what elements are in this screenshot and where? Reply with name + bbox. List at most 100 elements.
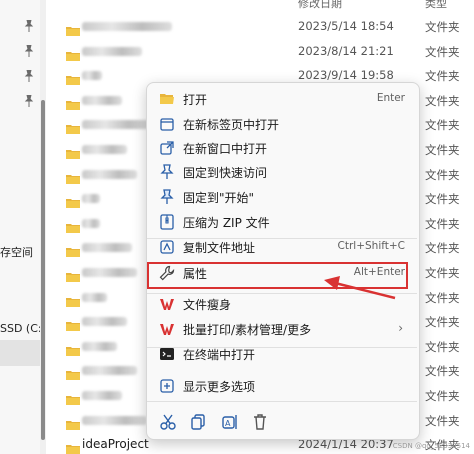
file-modified-date: 2023/5/14 18:54 — [298, 19, 394, 33]
chevron-right-icon: › — [398, 321, 403, 335]
file-modified-date: 2023/9/14 19:58 — [298, 68, 394, 83]
folder-icon — [66, 439, 80, 454]
redacted-file-name — [82, 268, 137, 277]
file-type: 文件夹 — [425, 143, 460, 157]
menu-item-label: 文件瘦身 — [183, 298, 232, 312]
menu-item[interactable]: 在新窗口中打开 — [151, 136, 413, 160]
menu-item-label: 固定到快速访问 — [183, 166, 268, 180]
redacted-file-name — [82, 194, 100, 204]
folder-icon — [66, 169, 80, 184]
pin-icon[interactable] — [24, 20, 34, 32]
folder-icon — [66, 365, 80, 381]
folder-icon — [66, 242, 80, 258]
folder-icon — [66, 144, 80, 159]
redacted-file-name — [82, 341, 117, 351]
folder-icon — [66, 46, 80, 61]
menu-item[interactable]: 压缩为 ZIP 文件 — [151, 210, 413, 234]
more-options-icon — [159, 378, 175, 394]
menu-item-shortcut: Ctrl+Shift+C — [337, 240, 405, 252]
context-menu: 打开 Enter 在新标签页中打开 在新窗口中打开 固定到快速访问 固定到"开始" 压缩为 … — [146, 82, 420, 440]
menu-item-label: 在新标签页中打开 — [183, 118, 280, 132]
redacted-file-name — [82, 292, 107, 302]
redacted-file-name — [82, 218, 100, 228]
file-type: 文件夹 — [425, 364, 460, 379]
cut-icon[interactable] — [159, 413, 177, 431]
folder-icon — [66, 341, 80, 356]
scrollbar-thumb[interactable] — [41, 100, 45, 440]
column-header-date[interactable]: 修改日期 — [298, 0, 342, 11]
terminal-icon — [159, 346, 175, 362]
folder-icon — [66, 193, 80, 209]
pin-icon[interactable] — [24, 45, 34, 57]
file-type: 文件夹 — [425, 241, 460, 256]
folder-open-icon — [159, 91, 175, 107]
menu-item-label: 在新窗口中打开 — [183, 142, 268, 156]
menu-item-label: 压缩为 ZIP 文件 — [183, 216, 270, 230]
menu-item[interactable]: 固定到"开始" — [151, 185, 413, 209]
pin-start-icon — [159, 189, 175, 205]
menu-separator — [147, 293, 417, 294]
file-type: 文件夹 — [425, 389, 460, 403]
pin-icon — [159, 164, 175, 180]
svg-text:A: A — [225, 419, 231, 428]
file-row[interactable]: 2023/8/14 21:21 文件夹 — [60, 39, 474, 64]
folder-icon — [66, 70, 80, 86]
navigation-pane: 存空间 SSD (C:) — [0, 0, 46, 454]
redacted-file-name — [82, 415, 147, 425]
redacted-file-name — [82, 391, 122, 400]
file-type: 文件夹 — [425, 413, 460, 428]
column-header-type[interactable]: 类型 — [425, 0, 447, 11]
redacted-file-name — [82, 120, 152, 130]
menu-item-shortcut: Enter — [376, 92, 405, 104]
file-name: ideaProject — [82, 437, 149, 452]
redacted-file-name — [82, 95, 122, 105]
folder-icon — [66, 119, 80, 135]
menu-item[interactable]: 打开 Enter — [151, 87, 413, 111]
new-window-icon — [159, 140, 175, 156]
redacted-file-name — [82, 71, 102, 81]
menu-item[interactable]: 显示更多选项 — [151, 374, 413, 398]
pin-icon[interactable] — [24, 95, 34, 107]
watermark: CSDN @qq_52339514 — [392, 442, 470, 450]
zip-icon — [159, 214, 175, 230]
nav-item-storage-label[interactable]: 存空间 — [0, 244, 33, 260]
new-tab-icon — [159, 116, 175, 132]
menu-item-label: 批量打印/素材管理/更多 — [183, 323, 312, 337]
copy-icon[interactable] — [189, 413, 207, 431]
copy-path-icon — [159, 239, 175, 255]
menu-item-label: 显示更多选项 — [183, 380, 256, 394]
menu-item-label: 在终端中打开 — [183, 348, 256, 362]
rename-icon[interactable]: A — [221, 413, 239, 431]
file-type: 文件夹 — [425, 93, 460, 108]
delete-icon[interactable] — [251, 413, 269, 431]
wps-icon — [159, 296, 175, 312]
file-row[interactable]: 2023/5/14 18:54 文件夹 — [60, 14, 474, 39]
redacted-file-name — [82, 243, 132, 253]
menu-item-label: 复制文件地址 — [183, 241, 256, 255]
file-type: 文件夹 — [425, 44, 460, 59]
folder-icon — [66, 267, 80, 282]
file-type: 文件夹 — [425, 216, 460, 231]
menu-item[interactable]: 在新标签页中打开 — [151, 112, 413, 136]
menu-separator — [147, 401, 417, 402]
nav-selected-item[interactable] — [0, 340, 40, 366]
redacted-file-name — [82, 145, 127, 154]
file-explorer-window: 存空间 SSD (C:) 修改日期 类型 2023/5/14 18:54 文件夹 2… — [0, 0, 474, 454]
menu-item-label: 固定到"开始" — [183, 191, 255, 205]
folder-icon — [66, 95, 80, 110]
folder-icon — [66, 415, 80, 430]
menu-separator — [147, 238, 417, 239]
file-type: 文件夹 — [425, 339, 460, 354]
folder-icon — [66, 292, 80, 307]
redacted-file-name — [82, 22, 172, 31]
folder-icon — [66, 218, 80, 233]
redacted-file-name — [82, 169, 137, 179]
redacted-file-name — [82, 317, 127, 327]
menu-item[interactable]: 批量打印/素材管理/更多 › — [151, 317, 413, 341]
menu-item[interactable]: 文件瘦身 — [151, 292, 413, 316]
redacted-file-name — [82, 46, 142, 56]
menu-item[interactable]: 在终端中打开 — [151, 342, 413, 366]
folder-icon — [66, 316, 80, 332]
menu-item[interactable]: 固定到快速访问 — [151, 160, 413, 184]
pin-icon[interactable] — [24, 70, 34, 82]
